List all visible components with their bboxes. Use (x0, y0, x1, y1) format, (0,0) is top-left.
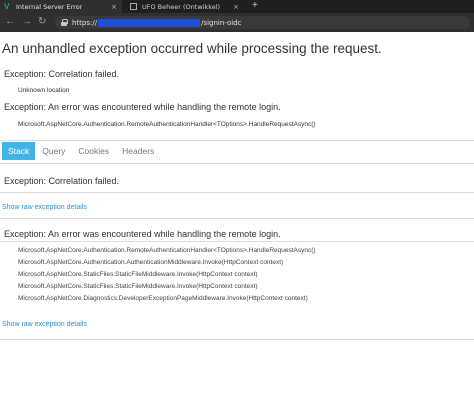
visual-studio-icon: V (4, 1, 10, 11)
redacted-host (98, 18, 201, 27)
page-title: An unhandled exception occurred while pr… (2, 41, 382, 56)
tab-cookies[interactable]: Cookies (72, 142, 115, 160)
tab-query[interactable]: Query (36, 142, 71, 160)
exception-method: Microsoft.AspNetCore.Authentication.Remo… (18, 121, 316, 128)
browser-tab-bar: V Internal Server Error × UFO Beheer (On… (0, 0, 474, 13)
address-bar[interactable]: https:// /signin-oidc (55, 16, 470, 29)
divider (0, 192, 474, 193)
tab-title: Internal Server Error (16, 2, 83, 11)
exception-summary: Exception: An error was encountered whil… (4, 102, 281, 112)
tab-internal-server-error[interactable]: V Internal Server Error × (0, 0, 122, 13)
show-raw-link[interactable]: Show raw exception details (2, 204, 87, 211)
stack-section-title: Exception: Correlation failed. (4, 176, 120, 186)
divider (0, 339, 474, 340)
new-tab-button[interactable]: + (252, 0, 258, 13)
exception-summary: Exception: Correlation failed. (4, 69, 120, 79)
stack-frame: Microsoft.AspNetCore.Diagnostics.Develop… (18, 295, 308, 302)
tab-ufo-beheer[interactable]: UFO Beheer (Ontwikkel) × (124, 0, 244, 13)
stack-frame: Microsoft.AspNetCore.Authentication.Auth… (18, 259, 284, 266)
page-icon (130, 3, 137, 10)
stack-section-title: Exception: An error was encountered whil… (4, 229, 281, 239)
stack-frame: Microsoft.AspNetCore.Authentication.Remo… (18, 247, 316, 254)
stack-frame: Microsoft.AspNetCore.StaticFiles.StaticF… (18, 283, 258, 290)
divider (0, 241, 474, 242)
url-prefix: https:// (72, 18, 98, 27)
stack-frame: Microsoft.AspNetCore.StaticFiles.StaticF… (18, 271, 258, 278)
close-tab-icon[interactable]: × (233, 3, 239, 11)
reload-icon[interactable]: ↻ (38, 15, 46, 29)
exception-location: Unknown location (18, 87, 70, 94)
url-path: /signin-oidc (201, 18, 242, 27)
divider (0, 163, 474, 164)
tab-stack[interactable]: Stack (2, 142, 36, 160)
forward-icon[interactable]: → (22, 15, 32, 29)
tab-headers[interactable]: Headers (116, 142, 160, 160)
divider (0, 218, 474, 219)
back-icon[interactable]: ← (5, 15, 15, 29)
show-raw-link[interactable]: Show raw exception details (2, 321, 87, 328)
close-tab-icon[interactable]: × (111, 3, 117, 11)
divider (0, 140, 474, 141)
tab-title: UFO Beheer (Ontwikkel) (142, 2, 221, 11)
browser-toolbar: ← → ↻ https:// /signin-oidc (0, 13, 474, 32)
lock-icon (61, 19, 68, 26)
detail-tabs: Stack Query Cookies Headers (2, 142, 161, 160)
